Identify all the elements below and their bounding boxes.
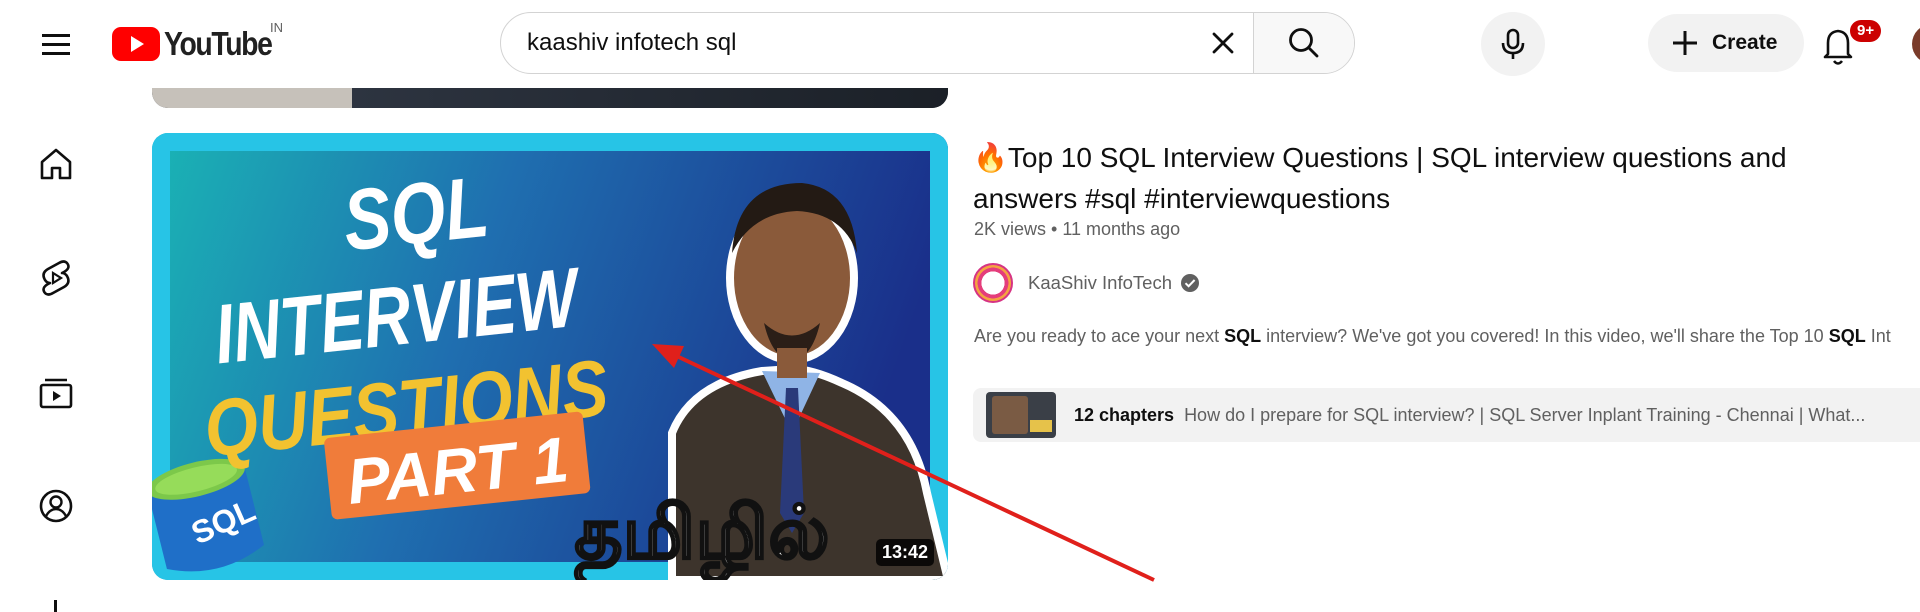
logo-wordmark: YouTube bbox=[164, 25, 273, 62]
search-bar bbox=[500, 12, 1355, 74]
sidebar-item-home[interactable] bbox=[36, 144, 76, 184]
hamburger-menu-button[interactable] bbox=[36, 26, 76, 62]
video-description-snippet: Are you ready to ace your next SQL inter… bbox=[974, 326, 1920, 347]
desc-part-2: interview? We've got you covered! In thi… bbox=[1261, 326, 1829, 346]
plus-icon bbox=[1673, 31, 1697, 55]
sidebar-overflow-hint bbox=[54, 600, 57, 612]
video-title-text: Top 10 SQL Interview Questions | SQL int… bbox=[973, 142, 1787, 214]
hamburger-icon bbox=[42, 34, 70, 55]
chapter-count: 12 chapters bbox=[1074, 404, 1175, 425]
sidebar-item-you[interactable] bbox=[36, 486, 76, 526]
thumb-line-sql: SQL bbox=[339, 158, 493, 269]
clear-search-button[interactable] bbox=[1193, 13, 1253, 73]
video-metadata: 2K views • 11 months ago bbox=[974, 219, 1180, 240]
chapters-strip[interactable]: 12 chapters How do I prepare for SQL int… bbox=[973, 388, 1920, 442]
voice-search-button[interactable] bbox=[1481, 12, 1545, 76]
search-icon bbox=[1289, 28, 1319, 58]
video-title[interactable]: 🔥Top 10 SQL Interview Questions | SQL in… bbox=[973, 137, 1873, 219]
chapter-titles: How do I prepare for SQL interview? | SQ… bbox=[1184, 404, 1866, 425]
channel-avatar[interactable] bbox=[973, 263, 1013, 303]
fire-emoji: 🔥 bbox=[973, 142, 1008, 173]
thumbnail-art: SQL INTERVIEW QUESTIONS PART 1 SQL தமிழி… bbox=[152, 133, 948, 580]
notifications-button[interactable]: 9+ bbox=[1820, 20, 1882, 70]
mic-icon bbox=[1501, 28, 1525, 59]
desc-part-3: Int bbox=[1865, 326, 1891, 346]
create-button[interactable]: Create bbox=[1648, 14, 1804, 72]
youtube-logo-icon bbox=[112, 27, 160, 61]
channel-name[interactable]: KaaShiv InfoTech bbox=[1028, 272, 1172, 294]
desc-highlight-1: SQL bbox=[1224, 326, 1262, 346]
notification-badge: 9+ bbox=[1850, 20, 1882, 42]
duration-badge: 13:42 bbox=[875, 539, 934, 566]
sidebar-item-subscriptions[interactable] bbox=[36, 372, 76, 412]
desc-part-1: Are you ready to ace your next bbox=[974, 326, 1225, 346]
channel-info[interactable]: KaaShiv InfoTech bbox=[973, 262, 1200, 304]
shorts-icon bbox=[42, 260, 70, 296]
view-count: 2K views bbox=[974, 219, 1047, 239]
thumb-tamil-text: தமிழில் bbox=[574, 490, 829, 580]
account-avatar[interactable] bbox=[1912, 24, 1920, 64]
you-icon bbox=[39, 489, 73, 523]
desc-highlight-2: SQL bbox=[1828, 326, 1866, 346]
meta-separator: • bbox=[1051, 219, 1063, 239]
top-bar: YouTube IN Create bbox=[0, 0, 1920, 88]
youtube-logo[interactable]: YouTube bbox=[112, 24, 289, 64]
clear-icon bbox=[1212, 32, 1234, 54]
country-code: IN bbox=[270, 20, 283, 35]
subscriptions-icon bbox=[39, 378, 73, 409]
chapter-thumbnail bbox=[986, 392, 1056, 438]
search-input[interactable] bbox=[501, 13, 1193, 73]
create-label: Create bbox=[1712, 31, 1778, 54]
verified-icon bbox=[1180, 274, 1199, 292]
search-button[interactable] bbox=[1253, 13, 1354, 73]
sidebar-item-shorts[interactable] bbox=[36, 258, 76, 298]
video-thumbnail[interactable]: SQL INTERVIEW QUESTIONS PART 1 SQL தமிழி… bbox=[152, 133, 948, 580]
upload-age: 11 months ago bbox=[1062, 219, 1181, 239]
home-icon bbox=[40, 148, 72, 180]
mini-guide-sidebar bbox=[0, 88, 112, 612]
